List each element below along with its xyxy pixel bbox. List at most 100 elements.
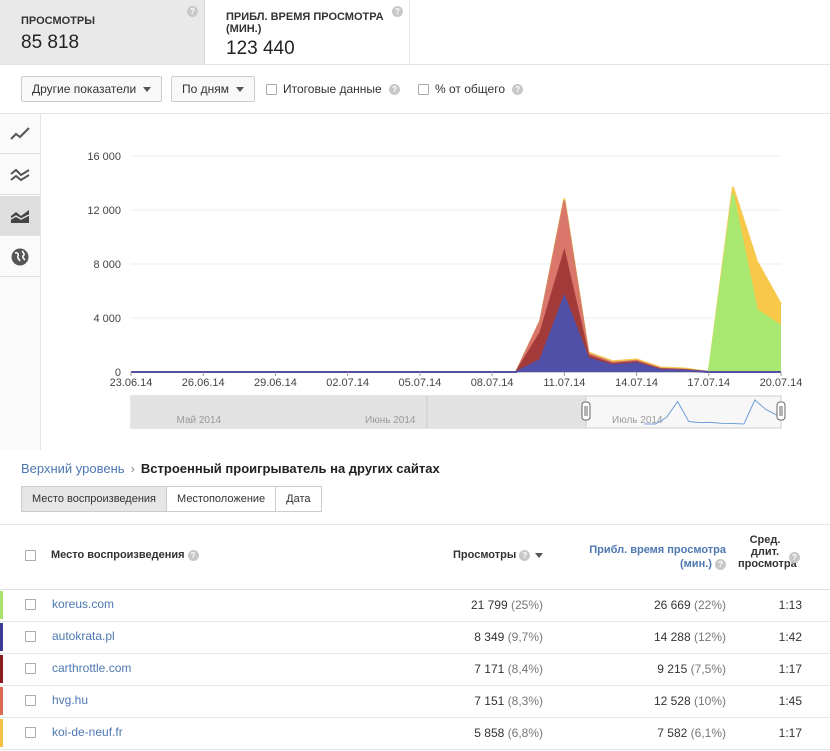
metric-views[interactable]: ПРОСМОТРЫ 85 818 ? xyxy=(0,0,205,64)
watch-time-cell: 14 288 (12%) xyxy=(654,630,726,644)
series-line xyxy=(131,200,781,373)
series-color-stripe xyxy=(0,719,3,747)
table-row[interactable]: koreus.com 21 799 (25%) 26 669 (22%) 1:13 xyxy=(0,589,830,622)
breadcrumb-current: Встроенный проигрыватель на других сайта… xyxy=(140,461,440,476)
row-checkbox[interactable] xyxy=(25,599,36,610)
avg-duration-value: 1:13 xyxy=(778,598,802,612)
series-color-stripe xyxy=(0,623,3,651)
views-value: 7 151 xyxy=(474,694,505,708)
series-area[interactable] xyxy=(131,251,781,372)
x-tick-label: 02.07.14 xyxy=(326,377,369,389)
sort-desc-icon xyxy=(535,552,544,558)
help-icon[interactable]: ? xyxy=(512,84,524,96)
series-line xyxy=(131,293,781,373)
metric-watch-time[interactable]: ПРИБЛ. ВРЕМЯ ПРОСМОТРА (МИН.) 123 440 ? xyxy=(206,0,410,64)
tab-geography[interactable]: Местоположение xyxy=(166,486,277,512)
x-tick-label: 05.07.14 xyxy=(398,377,441,389)
stacked-area-chart-button[interactable] xyxy=(0,196,40,236)
table-row[interactable]: koi-de-neuf.fr 5 858 (6,8%) 7 582 (6,1%) 1:… xyxy=(0,717,830,750)
stacked-area-icon xyxy=(10,210,30,223)
granularity-dropdown[interactable]: По дням xyxy=(171,76,256,102)
tab-playback-location[interactable]: Место воспроизведения xyxy=(21,486,168,512)
breadcrumb-top-level-link[interactable]: Верхний уровень xyxy=(21,461,125,476)
series-area[interactable] xyxy=(131,193,781,372)
navigator-handle[interactable] xyxy=(776,401,786,421)
help-icon[interactable]: ? xyxy=(519,549,531,561)
chart-area: 04 000 8 000 12 000 16 000 23.06.14 26.06.14 2… xyxy=(41,114,830,450)
series-area[interactable] xyxy=(131,200,781,372)
site-link[interactable]: koi-de-neuf.fr xyxy=(52,725,123,739)
series-color-stripe xyxy=(0,591,3,619)
site-link[interactable]: carthrottle.com xyxy=(52,661,131,675)
row-checkbox[interactable] xyxy=(25,695,36,706)
avg-duration-value: 1:42 xyxy=(778,630,802,644)
avg-duration-value: 1:17 xyxy=(778,726,802,740)
series-line xyxy=(131,186,782,374)
x-tick-label: 26.06.14 xyxy=(182,377,225,389)
line-chart-button[interactable] xyxy=(0,114,40,154)
y-tick-label: 12 000 xyxy=(87,205,121,217)
granularity-label: По дням xyxy=(182,82,230,96)
views-percent: (25%) xyxy=(510,598,543,612)
help-icon[interactable]: ? xyxy=(789,552,800,563)
views-value: 7 171 xyxy=(474,662,505,676)
chevron-right-icon: › xyxy=(130,461,135,476)
totals-checkbox[interactable]: Итоговые данные ? xyxy=(266,82,401,96)
multi-line-icon xyxy=(10,168,30,182)
watch-time-cell: 12 528 (10%) xyxy=(654,694,726,708)
watch-time-percent: (7,5%) xyxy=(690,662,726,676)
help-icon[interactable]: ? xyxy=(187,6,198,17)
metric-watch-time-label: ПРИБЛ. ВРЕМЯ ПРОСМОТРА (МИН.) xyxy=(226,11,384,35)
checkbox-icon[interactable] xyxy=(266,84,277,96)
percent-total-label: % от общего xyxy=(435,82,505,96)
navigator-handle[interactable] xyxy=(581,401,591,421)
tab-date[interactable]: Дата xyxy=(275,486,322,512)
multi-line-chart-button[interactable] xyxy=(0,155,40,195)
table-header: Место воспроизведения ? Просмотры ? Приб… xyxy=(0,524,830,590)
site-link[interactable]: autokrata.pl xyxy=(52,629,115,643)
views-value: 8 349 xyxy=(474,630,505,644)
series-area[interactable] xyxy=(131,296,781,372)
breadcrumb: Верхний уровень › Встроенный проигрыватель… xyxy=(21,461,440,476)
row-checkbox[interactable] xyxy=(25,663,36,674)
globe-icon xyxy=(11,248,29,266)
help-icon[interactable]: ? xyxy=(187,549,199,561)
stacked-area-chart[interactable]: 04 0008 00012 00016 00023.06.14 26.06.14 2… xyxy=(41,114,830,450)
row-checkbox[interactable] xyxy=(25,631,36,642)
other-metrics-dropdown[interactable]: Другие показатели xyxy=(21,76,163,102)
help-icon[interactable]: ? xyxy=(715,558,726,570)
site-link[interactable]: koreus.com xyxy=(52,597,114,611)
percent-total-checkbox[interactable]: % от общего ? xyxy=(418,82,524,96)
table-row[interactable]: autokrata.pl 8 349 (9,7%) 14 288 (12%) 1:42 xyxy=(0,621,830,654)
header-watch-time[interactable]: Прибл. время просмотра (мин.) ? xyxy=(566,543,726,571)
select-all-checkbox[interactable] xyxy=(25,550,36,561)
watch-time-cell: 26 669 (22%) xyxy=(654,598,726,612)
avg-duration-value: 1:45 xyxy=(778,694,802,708)
help-icon[interactable]: ? xyxy=(389,84,401,96)
views-value: 5 858 xyxy=(474,726,505,740)
watch-time-percent: (22%) xyxy=(693,598,726,612)
checkbox-icon[interactable] xyxy=(418,84,429,96)
header-place[interactable]: Место воспроизведения ? xyxy=(51,549,199,561)
header-views-label: Просмотры xyxy=(453,549,517,561)
views-cell: 8 349 (9,7%) xyxy=(474,630,543,644)
metric-views-value: 85 818 xyxy=(21,32,80,53)
views-cell: 21 799 (25%) xyxy=(471,598,543,612)
help-icon[interactable]: ? xyxy=(392,6,403,17)
row-checkbox[interactable] xyxy=(25,727,36,738)
views-percent: (9,7%) xyxy=(507,630,543,644)
series-line xyxy=(131,247,781,373)
site-link[interactable]: hvg.hu xyxy=(52,693,88,707)
metrics-bar: ПРОСМОТРЫ 85 818 ? ПРИБЛ. ВРЕМЯ ПРОСМОТР… xyxy=(0,0,830,65)
series-area[interactable] xyxy=(131,187,781,372)
table-row[interactable]: carthrottle.com 7 171 (8,4%) 9 215 (7,5%) 1… xyxy=(0,653,830,686)
header-views[interactable]: Просмотры ? xyxy=(453,549,544,561)
series-color-stripe xyxy=(0,687,3,715)
avg-duration-value: 1:17 xyxy=(778,662,802,676)
views-cell: 7 171 (8,4%) xyxy=(474,662,543,676)
watch-time-cell: 9 215 (7,5%) xyxy=(657,662,726,676)
header-avg-duration[interactable]: Сред. длит. просмотра xyxy=(738,534,797,570)
table-row[interactable]: hvg.hu 7 151 (8,3%) 12 528 (10%) 1:45 xyxy=(0,685,830,718)
map-view-button[interactable] xyxy=(0,237,40,277)
y-tick-label: 4 000 xyxy=(93,313,121,325)
